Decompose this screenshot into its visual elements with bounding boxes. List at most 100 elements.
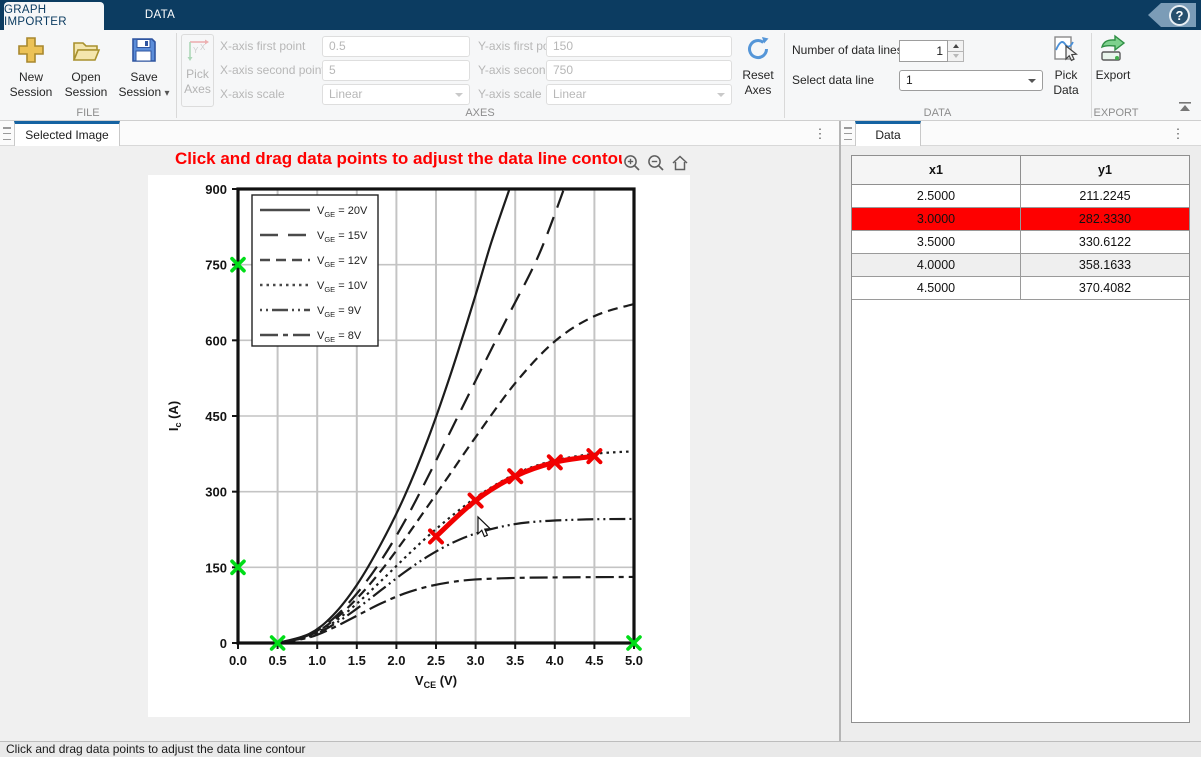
status-bar: Click and drag data points to adjust the…	[0, 741, 1201, 757]
spinner-down-button[interactable]	[948, 52, 964, 63]
section-divider	[784, 33, 785, 118]
x-scale-dropdown: Linear	[322, 84, 470, 105]
pick-data-button[interactable]: Pick Data	[1046, 34, 1086, 98]
column-header-y1[interactable]: y1	[1021, 156, 1190, 184]
select-data-line-dropdown[interactable]: 1	[899, 70, 1043, 91]
svg-text:150: 150	[205, 560, 227, 575]
reset-axes-button[interactable]: Reset Axes	[737, 34, 779, 98]
pick-data-icon	[1051, 34, 1081, 64]
graph-plot[interactable]: 0.00.51.01.52.02.53.03.54.04.55.00150300…	[148, 175, 690, 717]
data-table: x1 y1 2.5000211.22453.0000282.33303.5000…	[852, 156, 1189, 300]
panel-menu-icon[interactable]: ⋮	[1171, 126, 1185, 142]
grip-icon[interactable]	[3, 127, 11, 140]
svg-text:Y: Y	[193, 46, 199, 55]
tab-selected-image[interactable]: Selected Image	[14, 121, 120, 146]
dropdown-caret-icon	[455, 93, 463, 97]
svg-text:X: X	[200, 43, 206, 52]
y-scale-label: Y-axis scale	[478, 84, 542, 105]
collapse-ribbon-icon	[1177, 100, 1193, 114]
help-icon: ?	[1169, 5, 1190, 26]
axes-section-label: AXES	[176, 107, 784, 119]
svg-text:0: 0	[220, 636, 227, 651]
axes-toolbar	[622, 150, 692, 176]
tab-graph-importer[interactable]: GRAPH IMPORTER	[4, 2, 104, 30]
svg-text:300: 300	[205, 485, 227, 500]
plus-icon	[15, 34, 47, 66]
spinner-down-icon	[953, 54, 959, 58]
x-first-field: 0.5	[322, 36, 470, 57]
num-data-lines-spinner[interactable]: 1	[899, 40, 964, 62]
collapse-ribbon-button[interactable]	[1177, 100, 1193, 114]
svg-text:2.5: 2.5	[427, 653, 445, 668]
table-row[interactable]: 4.5000370.4082	[852, 276, 1189, 299]
toolstrip-tab-bar: GRAPH IMPORTER DATA ?	[0, 0, 1201, 30]
column-header-x1[interactable]: x1	[852, 156, 1021, 184]
legend-entry: VGE = 8V	[317, 330, 362, 344]
panel-menu-icon[interactable]: ⋮	[813, 126, 827, 142]
image-canvas: Click and drag data points to adjust the…	[0, 146, 839, 741]
save-session-button[interactable]: Save Session ▾	[112, 34, 176, 101]
num-data-lines-value[interactable]: 1	[899, 40, 948, 62]
x-second-label: X-axis second point	[220, 60, 325, 81]
y-axis-label: Ic (A)	[166, 401, 183, 431]
select-data-line-label: Select data line	[792, 70, 874, 91]
selected-image: 0.00.51.01.52.02.53.03.54.04.55.00150300…	[148, 175, 690, 717]
x-scale-label: X-axis scale	[220, 84, 285, 105]
dropdown-caret-icon	[717, 93, 725, 97]
toolstrip-ribbon: New Session Open Session Save Session ▾ …	[0, 30, 1201, 121]
tab-data-panel[interactable]: Data	[855, 121, 921, 146]
legend-entry: VGE = 9V	[317, 305, 362, 319]
grip-icon[interactable]	[844, 127, 852, 140]
curve-VGE10V	[278, 451, 634, 643]
y-second-field: 750	[546, 60, 732, 81]
plot-title: Click and drag data points to adjust the…	[175, 149, 622, 173]
section-divider	[176, 33, 177, 118]
save-icon	[128, 34, 160, 66]
table-row[interactable]: 4.0000358.1633	[852, 253, 1189, 276]
svg-text:0.5: 0.5	[269, 653, 287, 668]
svg-text:750: 750	[205, 258, 227, 273]
cursor-icon	[478, 517, 490, 537]
open-session-button[interactable]: Open Session	[60, 34, 112, 100]
table-row[interactable]: 3.5000330.6122	[852, 230, 1189, 253]
spinner-up-button[interactable]	[948, 40, 964, 52]
data-tabstrip: Data ⋮	[841, 121, 1201, 146]
x-axis-label: VCE (V)	[415, 673, 457, 690]
x-first-label: X-axis first point	[220, 36, 305, 57]
svg-text:3.0: 3.0	[467, 653, 485, 668]
zoom-in-icon[interactable]	[622, 153, 642, 173]
selected-image-panel: Selected Image ⋮ Click and drag data poi…	[0, 121, 839, 741]
svg-text:1.0: 1.0	[308, 653, 326, 668]
zoom-out-icon[interactable]	[646, 153, 666, 173]
home-icon[interactable]	[670, 153, 690, 173]
svg-text:5.0: 5.0	[625, 653, 643, 668]
help-button[interactable]: ?	[1148, 3, 1196, 27]
reset-axes-icon	[743, 34, 773, 64]
y-first-field: 150	[546, 36, 732, 57]
spinner-up-icon	[953, 44, 959, 48]
tab-data[interactable]: DATA	[104, 0, 216, 30]
table-row[interactable]: 2.5000211.2245	[852, 184, 1189, 207]
graph-importer-window: { "tabs": { "graph_importer": "GRAPH IMP…	[0, 0, 1201, 757]
svg-text:600: 600	[205, 333, 227, 348]
svg-text:450: 450	[205, 409, 227, 424]
selected-image-tabstrip: Selected Image ⋮	[0, 121, 839, 146]
svg-text:2.0: 2.0	[387, 653, 405, 668]
table-row[interactable]: 3.0000282.3330	[852, 207, 1189, 230]
file-section-label: FILE	[0, 107, 176, 119]
num-data-lines-label: Number of data lines	[792, 40, 903, 61]
data-panel: Data ⋮ x1 y1 2.5000211.22453.0000282.333…	[841, 121, 1201, 741]
dropdown-caret-icon	[1028, 79, 1036, 83]
export-section-label: EXPORT	[1091, 107, 1141, 119]
caret-down-icon: ▾	[165, 88, 170, 99]
svg-text:4.5: 4.5	[585, 653, 603, 668]
svg-text:4.0: 4.0	[546, 653, 564, 668]
section-divider	[1091, 33, 1092, 118]
new-session-button[interactable]: New Session	[6, 34, 56, 100]
curve-VGE8V	[278, 577, 634, 643]
svg-text:1.5: 1.5	[348, 653, 366, 668]
export-button[interactable]: Export	[1093, 34, 1133, 83]
folder-icon	[70, 34, 102, 66]
x-second-field: 5	[322, 60, 470, 81]
pick-axes-icon: XY	[185, 37, 211, 63]
